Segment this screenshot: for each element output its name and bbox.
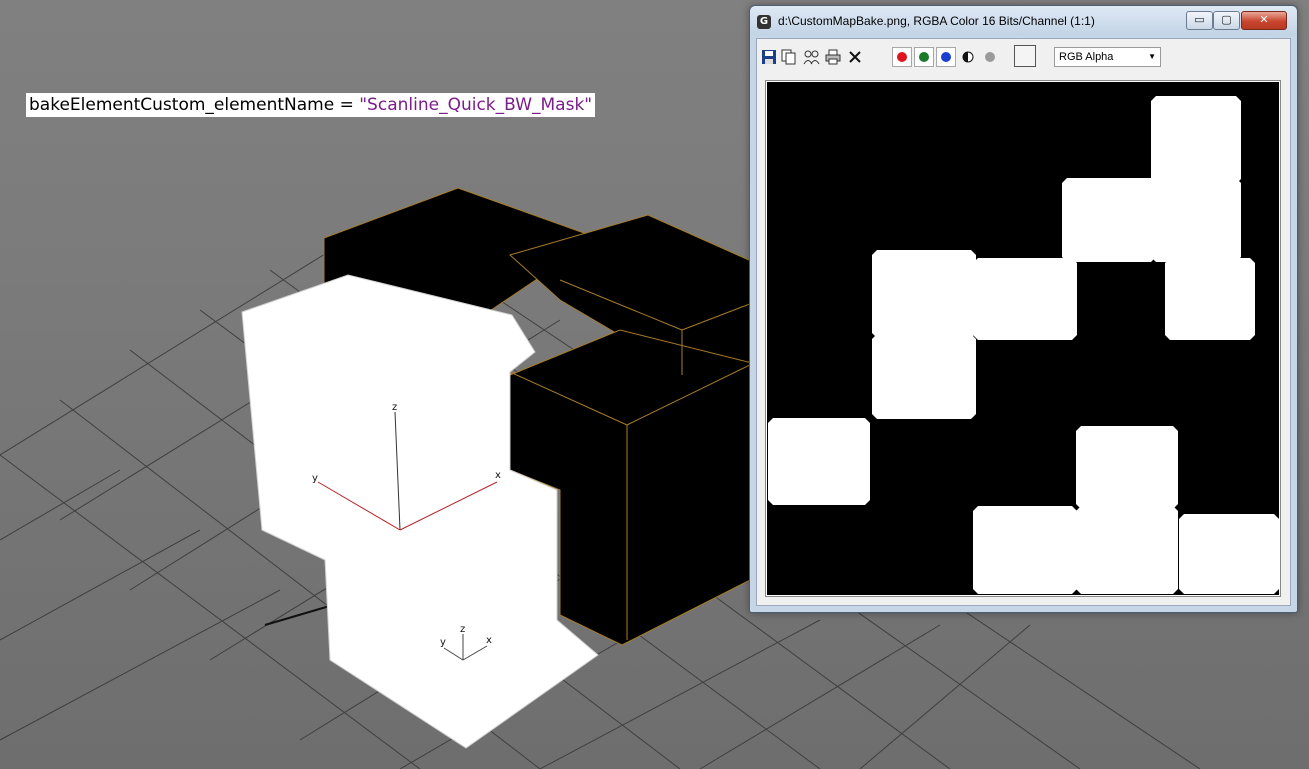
monochrome-icon[interactable]: [960, 50, 976, 66]
blue-channel-toggle[interactable]: [936, 47, 956, 67]
code-string-value: "Scanline_Quick_BW_Mask": [359, 95, 593, 115]
window-titlebar[interactable]: G d:\CustomMapBake.png, RGBA Color 16 Bi…: [750, 6, 1297, 36]
chevron-down-icon: ▼: [1148, 52, 1156, 61]
pivot-y-label: y: [440, 637, 446, 648]
image-canvas-frame: [765, 80, 1281, 597]
white-blocks: [241, 274, 599, 749]
image-toolbar: RGB Alpha ▼: [757, 39, 1290, 77]
green-channel-icon: [919, 52, 929, 62]
color-swatch[interactable]: [1014, 45, 1036, 67]
code-operator: =: [334, 95, 360, 115]
gizmo-x-label: x: [495, 470, 501, 481]
window-title: d:\CustomMapBake.png, RGBA Color 16 Bits…: [778, 14, 1095, 28]
element-name-readout: bakeElementCustom_elementName = "Scanlin…: [26, 93, 596, 117]
green-channel-toggle[interactable]: [914, 47, 934, 67]
close-button[interactable]: ✕: [1241, 11, 1287, 30]
channel-display-dropdown[interactable]: RGB Alpha ▼: [1054, 47, 1161, 67]
copy-icon[interactable]: [781, 49, 797, 65]
minimize-button[interactable]: ▭: [1186, 11, 1213, 30]
alpha-channel-icon[interactable]: [982, 50, 998, 66]
pivot-x-label: x: [486, 635, 492, 646]
image-viewer-window[interactable]: G d:\CustomMapBake.png, RGBA Color 16 Bi…: [749, 5, 1298, 613]
gizmo-y-label: y: [312, 473, 318, 484]
channel-display-value: RGB Alpha: [1059, 51, 1114, 63]
gizmo-z-label: z: [392, 402, 397, 413]
pivot-z-label: z: [460, 624, 465, 635]
red-channel-toggle[interactable]: [892, 47, 912, 67]
print-icon[interactable]: [825, 49, 841, 65]
blue-channel-icon: [941, 52, 951, 62]
window-client-area: RGB Alpha ▼: [756, 38, 1291, 606]
app-logo-icon: G: [757, 15, 771, 29]
clone-icon[interactable]: [803, 49, 820, 65]
red-channel-icon: [897, 52, 907, 62]
clear-icon[interactable]: [847, 49, 863, 65]
baked-mask-image: [767, 82, 1279, 595]
save-icon[interactable]: [761, 49, 777, 65]
code-variable: bakeElementCustom_elementName: [29, 95, 335, 115]
maximize-button[interactable]: ▢: [1213, 11, 1240, 30]
